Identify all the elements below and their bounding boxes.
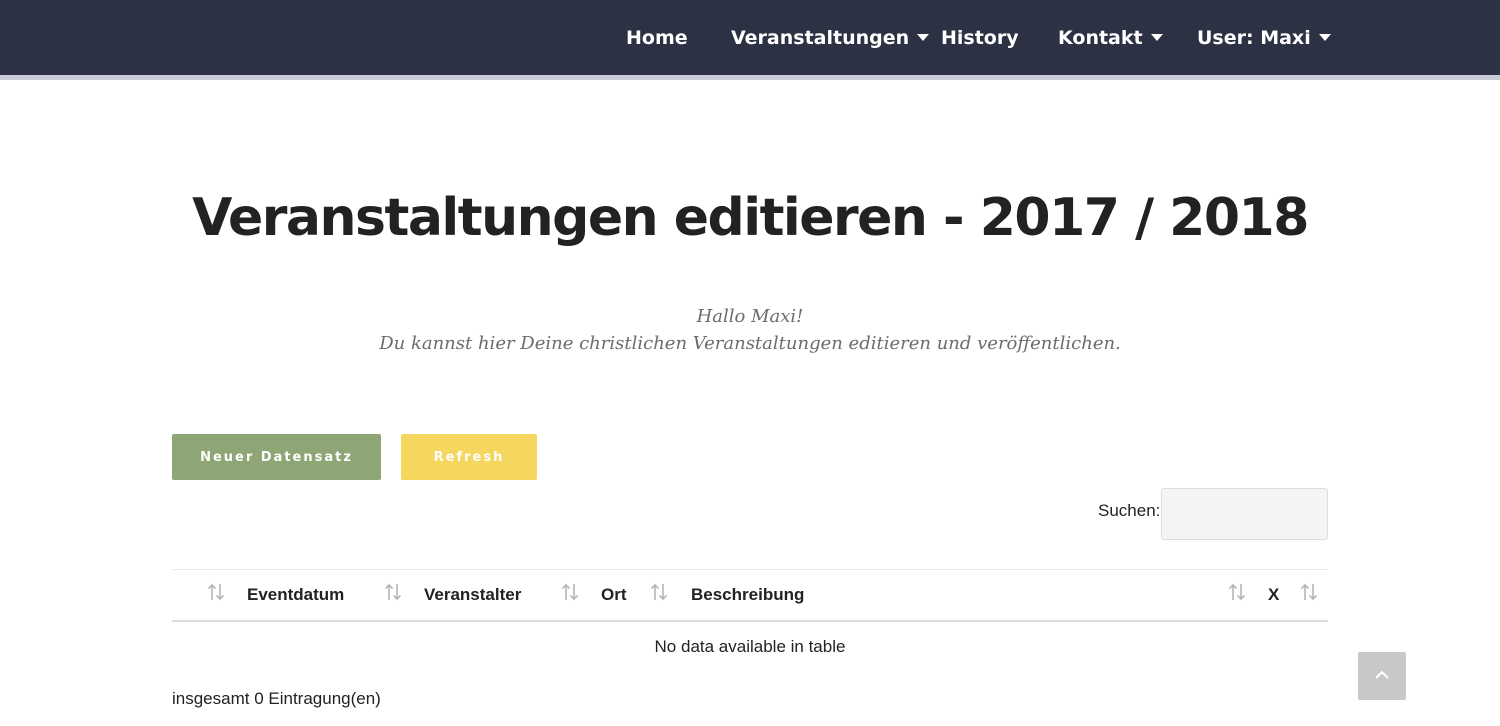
page-title: Veranstaltungen editieren - 2017 / 2018: [192, 188, 1309, 248]
nav-home[interactable]: Home: [626, 0, 688, 75]
column-header-eventdatum[interactable]: Eventdatum: [247, 585, 344, 605]
column-header-veranstalter[interactable]: Veranstalter: [424, 585, 521, 605]
new-record-button[interactable]: Neuer Datensatz: [172, 434, 381, 480]
refresh-label: Refresh: [433, 449, 505, 465]
caret-down-icon: [1150, 34, 1163, 41]
search-label: Suchen:: [1098, 501, 1161, 520]
nav-user-label: User: Maxi: [1197, 26, 1311, 49]
chevron-up-icon: [1374, 667, 1390, 685]
sort-arrows-icon[interactable]: [650, 582, 668, 602]
nav-kontakt-label: Kontakt: [1058, 26, 1143, 49]
table-info: insgesamt 0 Eintragung(en): [172, 689, 381, 708]
caret-down-icon: [1318, 34, 1331, 41]
refresh-button[interactable]: Refresh: [401, 434, 537, 480]
sort-arrows-icon[interactable]: [561, 582, 579, 602]
sort-arrows-icon[interactable]: [1300, 582, 1318, 602]
sort-arrows-icon[interactable]: [384, 582, 402, 602]
sort-arrows-icon[interactable]: [1228, 582, 1246, 602]
nav-history[interactable]: History: [941, 0, 1019, 75]
search-input[interactable]: [1161, 488, 1328, 540]
greeting-text: Hallo Maxi!: [696, 306, 804, 327]
caret-down-icon: [917, 34, 930, 41]
nav-user[interactable]: User: Maxi: [1197, 0, 1331, 75]
empty-table-message: No data available in table: [654, 637, 846, 656]
column-header-beschreibung[interactable]: Beschreibung: [691, 585, 804, 605]
column-header-x[interactable]: X: [1268, 585, 1279, 605]
sort-arrows-icon[interactable]: [207, 582, 225, 602]
new-record-label: Neuer Datensatz: [200, 449, 353, 465]
table-top-border: [172, 569, 1328, 570]
column-header-ort[interactable]: Ort: [601, 585, 627, 605]
nav-veranstaltungen-label: Veranstaltungen: [731, 26, 910, 49]
navbar-divider: [0, 75, 1500, 80]
navbar: Home Veranstaltungen History Kontakt Use…: [0, 0, 1500, 75]
nav-history-label: History: [941, 26, 1019, 49]
nav-veranstaltungen[interactable]: Veranstaltungen: [731, 0, 930, 75]
table-header-border: [172, 620, 1328, 622]
nav-kontakt[interactable]: Kontakt: [1058, 0, 1163, 75]
back-to-top-button[interactable]: [1358, 652, 1406, 700]
nav-home-label: Home: [626, 26, 688, 49]
intro-text: Du kannst hier Deine christlichen Verans…: [379, 333, 1121, 354]
